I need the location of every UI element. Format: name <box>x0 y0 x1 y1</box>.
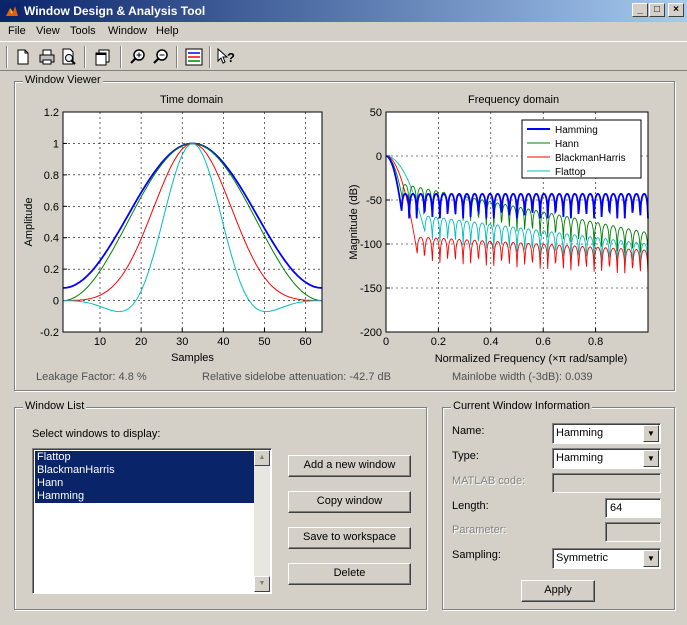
time-plot-area <box>63 112 322 332</box>
matlab-code-label: MATLAB code: <box>452 475 526 487</box>
x-tick-label: 0 <box>383 336 389 348</box>
x-tick-label: 10 <box>94 336 106 348</box>
add-window-button[interactable]: Add a new window <box>288 455 411 477</box>
mainlobe-width: Mainlobe width (-3dB): 0.039 <box>452 371 593 383</box>
x-tick-label: 0.4 <box>483 336 498 348</box>
select-windows-label: Select windows to display: <box>32 428 161 440</box>
y-tick-label: 1 <box>53 138 59 150</box>
legend-label: Flattop <box>555 167 586 178</box>
x-tick-label: 0.2 <box>431 336 446 348</box>
y-tick-label: 0 <box>53 296 59 308</box>
time-y-axis-label: Amplitude <box>23 198 35 247</box>
leakage-factor: Leakage Factor: 4.8 % <box>36 371 147 383</box>
dropdown-arrow-icon[interactable]: ▼ <box>643 450 659 467</box>
type-value: Hamming <box>556 452 604 464</box>
y-tick-label: 0.8 <box>44 170 59 182</box>
parameter-label: Parameter: <box>452 524 507 536</box>
y-tick-label: -100 <box>360 239 382 251</box>
scroll-down-icon[interactable]: ▼ <box>254 576 270 592</box>
window-list-title: Window List <box>23 400 87 412</box>
sidelobe-attenuation: Relative sidelobe attenuation: -42.7 dB <box>202 371 391 383</box>
x-tick-label: 50 <box>258 336 270 348</box>
dropdown-arrow-icon[interactable]: ▼ <box>643 425 659 442</box>
parameter-field[interactable] <box>605 522 661 542</box>
length-field[interactable]: 64 <box>605 498 661 518</box>
y-tick-label: 0.4 <box>44 233 59 245</box>
length-label: Length: <box>452 500 489 512</box>
freq-y-axis-label: Magnitude (dB) <box>348 184 360 259</box>
name-label: Name: <box>452 425 485 437</box>
x-tick-label: 20 <box>135 336 147 348</box>
name-dropdown[interactable]: Hamming ▼ <box>552 423 661 444</box>
y-tick-label: 0.6 <box>44 201 59 213</box>
y-tick-label: 1.2 <box>44 107 59 119</box>
freq-x-axis-label: Normalized Frequency (×π rad/sample) <box>435 353 628 365</box>
sampling-label: Sampling: <box>452 549 501 561</box>
legend-label: BlackmanHarris <box>555 153 626 164</box>
delete-button[interactable]: Delete <box>288 563 411 585</box>
type-label: Type: <box>452 450 479 462</box>
y-tick-label: 50 <box>370 107 382 119</box>
list-item[interactable]: Hamming <box>35 490 257 503</box>
x-tick-label: 40 <box>217 336 229 348</box>
list-item[interactable]: Flattop <box>35 451 257 464</box>
matlab-code-field[interactable] <box>552 473 661 493</box>
list-scrollbar[interactable]: ▲ ▼ <box>254 450 270 592</box>
sampling-value: Symmetric <box>556 552 608 564</box>
list-item[interactable]: BlackmanHarris <box>35 464 257 477</box>
current-window-title: Current Window Information <box>451 400 592 412</box>
y-tick-label: 0.2 <box>44 264 59 276</box>
y-tick-label: -150 <box>360 283 382 295</box>
apply-button[interactable]: Apply <box>521 580 595 602</box>
legend-label: Hann <box>555 139 579 150</box>
sampling-dropdown[interactable]: Symmetric ▼ <box>552 548 661 569</box>
x-tick-label: 0.8 <box>588 336 603 348</box>
list-item[interactable]: Hann <box>35 477 257 490</box>
y-tick-label: -200 <box>360 327 382 339</box>
copy-window-button[interactable]: Copy window <box>288 491 411 513</box>
dropdown-arrow-icon[interactable]: ▼ <box>643 550 659 567</box>
x-tick-label: 60 <box>299 336 311 348</box>
type-dropdown[interactable]: Hamming ▼ <box>552 448 661 469</box>
save-to-workspace-button[interactable]: Save to workspace <box>288 527 411 549</box>
x-tick-label: 0.6 <box>536 336 551 348</box>
scroll-up-icon[interactable]: ▲ <box>254 450 270 466</box>
y-tick-label: 0 <box>376 151 382 163</box>
window-listbox[interactable]: Flattop BlackmanHarris Hann Hamming ▲ ▼ <box>32 448 272 594</box>
legend-label: Hamming <box>555 125 598 136</box>
x-tick-label: 30 <box>176 336 188 348</box>
y-tick-label: -0.2 <box>40 327 59 339</box>
time-x-axis-label: Samples <box>171 352 214 364</box>
y-tick-label: -50 <box>366 195 382 207</box>
name-value: Hamming <box>556 427 604 439</box>
